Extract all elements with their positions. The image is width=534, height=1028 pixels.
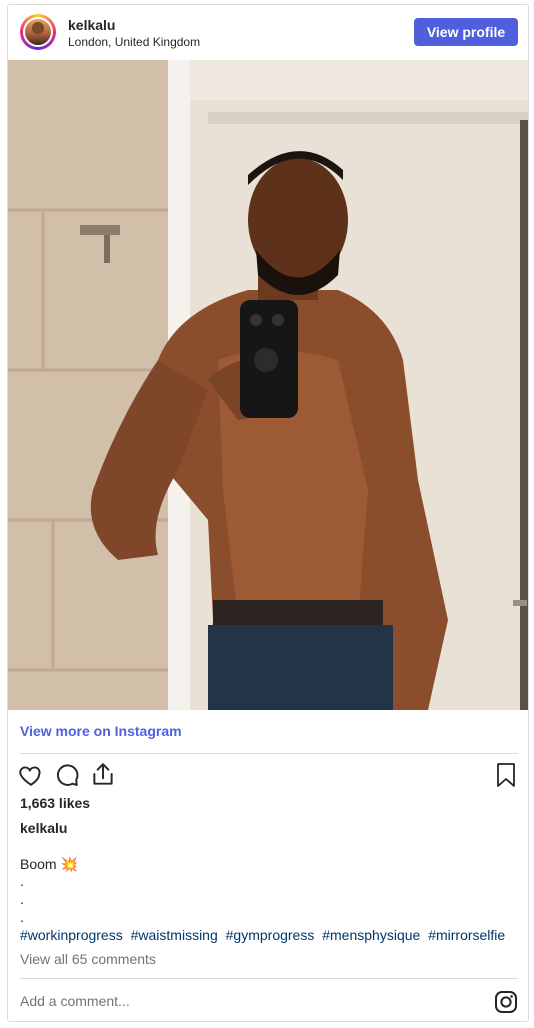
share-icon[interactable] bbox=[90, 761, 116, 788]
divider bbox=[20, 978, 518, 979]
likes-count[interactable]: 1,663 likes bbox=[20, 795, 90, 811]
header-username[interactable]: kelkalu bbox=[68, 17, 115, 33]
caption-dot: . bbox=[20, 909, 24, 925]
hashtag-link[interactable]: #mirrorselfie bbox=[428, 927, 505, 943]
hashtag-link[interactable]: #workinprogress bbox=[20, 927, 123, 943]
hashtag-link[interactable]: #mensphysique bbox=[322, 927, 420, 943]
hashtag-list: #workinprogress #waistmissing #gymprogre… bbox=[20, 927, 509, 943]
header-location[interactable]: London, United Kingdom bbox=[68, 35, 200, 49]
instagram-embed-card: kelkalu London, United Kingdom View prof… bbox=[7, 4, 529, 1022]
avatar-image bbox=[23, 17, 53, 47]
post-photo-illustration bbox=[8, 60, 528, 710]
view-profile-button[interactable]: View profile bbox=[414, 18, 518, 46]
caption-text: Boom 💥 bbox=[20, 856, 78, 872]
bookmark-icon[interactable] bbox=[494, 762, 518, 788]
post-header: kelkalu London, United Kingdom View prof… bbox=[8, 5, 528, 60]
comment-icon[interactable] bbox=[54, 762, 80, 788]
heart-icon[interactable] bbox=[18, 762, 44, 788]
caption-dot: . bbox=[20, 873, 24, 889]
post-photo[interactable] bbox=[8, 60, 528, 710]
view-more-link[interactable]: View more on Instagram bbox=[20, 723, 182, 739]
instagram-icon[interactable] bbox=[494, 990, 518, 1014]
view-all-comments-link[interactable]: View all 65 comments bbox=[20, 951, 156, 967]
add-comment-input[interactable]: Add a comment... bbox=[20, 993, 130, 1009]
caption-username[interactable]: kelkalu bbox=[20, 820, 67, 836]
divider bbox=[20, 753, 518, 754]
caption-dot: . bbox=[20, 891, 24, 907]
avatar[interactable] bbox=[20, 14, 56, 50]
hashtag-link[interactable]: #waistmissing bbox=[131, 927, 218, 943]
hashtag-link[interactable]: #gymprogress bbox=[226, 927, 315, 943]
